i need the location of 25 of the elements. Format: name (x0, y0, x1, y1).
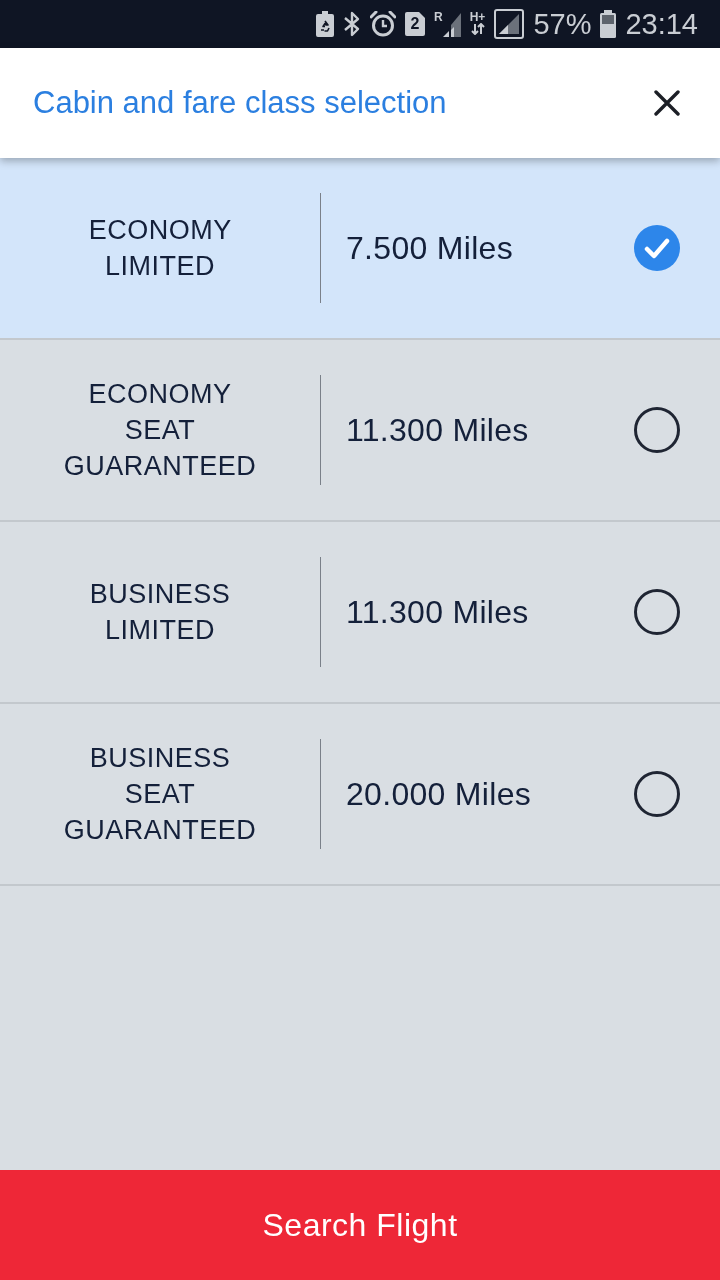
close-button[interactable] (652, 88, 682, 118)
bluetooth-icon (343, 11, 361, 37)
miles-price: 7.500 Miles (345, 229, 514, 267)
fare-class-label: BUSINESS LIMITED (89, 578, 231, 647)
alarm-clock-icon (370, 11, 396, 37)
close-icon (654, 90, 680, 116)
roaming-indicator: R (434, 11, 443, 23)
battery-recycle-icon (316, 11, 334, 37)
miles-price: 20.000 Miles (345, 775, 533, 813)
data-arrows-icon (470, 23, 485, 35)
battery-percentage: 57% (533, 9, 592, 39)
signal-bars-icon (442, 11, 461, 37)
fare-class-label: ECONOMY LIMITED (88, 214, 232, 283)
clock-time: 23:14 (625, 9, 698, 39)
fare-class-label: BUSINESS SEAT GUARANTEED (63, 742, 257, 847)
network-type-label: H+ (469, 11, 486, 23)
page-title: Cabin and fare class selection (33, 85, 447, 121)
battery-icon (600, 10, 617, 38)
fare-option-row[interactable]: ECONOMY LIMITED 7.500 Miles (0, 158, 720, 340)
signal-icon (494, 9, 525, 39)
search-flight-button[interactable]: Search Flight (0, 1170, 720, 1280)
miles-price: 11.300 Miles (345, 593, 530, 631)
fare-class-label: ECONOMY SEAT GUARANTEED (63, 378, 257, 483)
sim-card-badge: 2 (405, 12, 425, 36)
miles-price: 11.300 Miles (345, 411, 530, 449)
